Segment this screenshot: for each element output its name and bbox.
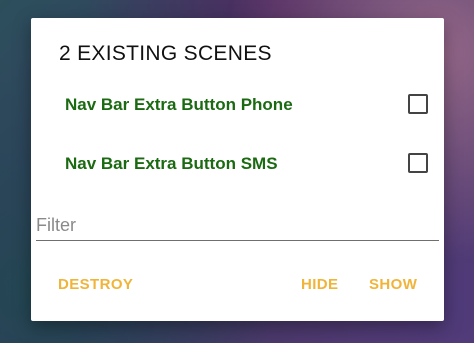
filter-input[interactable] [36, 212, 436, 238]
scene-checkbox[interactable] [408, 153, 428, 173]
scene-label: Nav Bar Extra Button Phone [65, 95, 293, 114]
destroy-button[interactable]: DESTROY [58, 276, 133, 293]
hide-button[interactable]: HIDE [301, 276, 338, 293]
dialog-title: 2 EXISTING SCENES [59, 42, 272, 65]
scene-checkbox[interactable] [408, 94, 428, 114]
filter-field[interactable] [36, 208, 439, 241]
scene-row[interactable]: Nav Bar Extra Button SMS [65, 147, 428, 181]
scenes-dialog: 2 EXISTING SCENES Nav Bar Extra Button P… [31, 18, 444, 321]
scene-row[interactable]: Nav Bar Extra Button Phone [65, 88, 428, 122]
show-button[interactable]: SHOW [369, 276, 417, 293]
scene-label: Nav Bar Extra Button SMS [65, 154, 278, 173]
